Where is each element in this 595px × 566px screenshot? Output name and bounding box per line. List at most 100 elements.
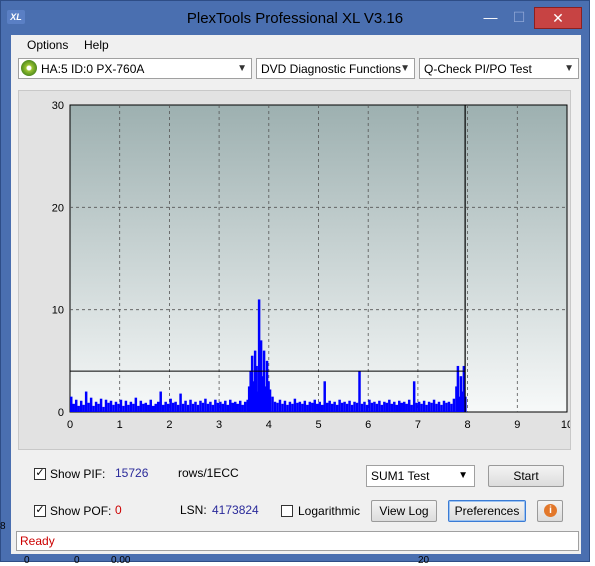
title-bar[interactable]: XL PlexTools Professional XL V3.16 — ☐ ✕ xyxy=(1,1,589,35)
data-bar xyxy=(365,404,369,412)
show-pif-checkbox[interactable]: ✓ xyxy=(34,468,46,480)
logarithmic-checkbox[interactable] xyxy=(281,505,293,517)
menu-help[interactable]: Help xyxy=(84,38,109,52)
data-bar xyxy=(283,400,287,412)
data-bar xyxy=(169,398,172,412)
data-bar xyxy=(129,401,133,412)
data-bar xyxy=(72,403,75,412)
data-bar xyxy=(219,401,222,412)
data-bar xyxy=(109,400,113,412)
data-bar xyxy=(407,399,411,412)
data-bar xyxy=(171,402,175,412)
data-bar xyxy=(415,402,418,412)
data-bar xyxy=(355,402,359,412)
data-bar xyxy=(238,400,242,412)
drive-select[interactable]: HA:5 ID:0 PX-760A ▼ xyxy=(18,58,252,79)
data-bar xyxy=(380,404,384,412)
data-bar xyxy=(278,399,282,412)
data-bar xyxy=(393,401,396,412)
data-bar xyxy=(412,381,416,412)
data-bar xyxy=(383,401,386,412)
data-bar xyxy=(122,405,125,412)
data-bar xyxy=(281,403,284,412)
data-bar xyxy=(343,401,346,412)
data-bar xyxy=(375,403,379,412)
data-bar xyxy=(134,397,138,412)
chevron-down-icon: ▼ xyxy=(564,63,574,74)
data-bar xyxy=(360,403,364,412)
data-bar xyxy=(159,391,162,412)
data-bar xyxy=(405,403,408,412)
data-bar xyxy=(104,399,108,412)
test-select[interactable]: Q-Check PI/PO Test ▼ xyxy=(419,58,579,79)
status-text: Ready xyxy=(20,534,55,548)
data-bar xyxy=(149,399,153,412)
data-bar xyxy=(398,400,401,412)
background-fragment: 20 xyxy=(418,555,430,566)
data-bar xyxy=(191,403,195,412)
data-bar xyxy=(209,401,212,412)
data-bar xyxy=(333,401,336,412)
y-tick-label: 20 xyxy=(52,202,64,214)
x-tick-label: 8 xyxy=(465,419,471,431)
data-bar xyxy=(114,401,118,412)
data-bar xyxy=(425,404,428,412)
data-bar xyxy=(139,400,143,412)
data-bar xyxy=(440,404,443,412)
data-bar xyxy=(179,393,182,412)
data-bar xyxy=(224,400,227,412)
start-button[interactable]: Start xyxy=(488,465,564,487)
y-tick-label: 10 xyxy=(52,305,64,317)
logarithmic-label: Logarithmic xyxy=(298,504,361,518)
show-pof-checkbox[interactable]: ✓ xyxy=(34,505,46,517)
data-bar xyxy=(330,403,334,412)
data-bar xyxy=(214,399,217,412)
data-bar xyxy=(318,401,321,412)
background-fragment: 0.00 xyxy=(111,555,131,566)
close-button[interactable]: ✕ xyxy=(534,7,582,29)
data-bar xyxy=(378,400,381,412)
data-bar xyxy=(74,399,78,412)
data-bar xyxy=(417,401,421,412)
data-bar xyxy=(395,404,399,412)
info-button[interactable]: i xyxy=(537,500,563,522)
data-bar xyxy=(132,403,135,412)
data-bar xyxy=(117,403,120,412)
data-bar xyxy=(335,404,339,412)
lsn-label: LSN: xyxy=(180,503,207,517)
chevron-down-icon: ▼ xyxy=(237,63,247,74)
y-tick-label: 30 xyxy=(52,100,64,112)
x-tick-label: 4 xyxy=(266,419,272,431)
data-bar xyxy=(286,404,289,412)
x-tick-label: 6 xyxy=(365,419,371,431)
minimize-button[interactable]: — xyxy=(477,7,504,29)
data-bar xyxy=(184,400,187,412)
pif-value: 15726 xyxy=(115,466,149,480)
view-log-button[interactable]: View Log xyxy=(371,500,437,522)
data-bar xyxy=(70,396,73,412)
y-tick-label: 0 xyxy=(58,407,64,419)
data-bar xyxy=(308,401,312,412)
data-bar xyxy=(206,403,210,412)
preferences-button[interactable]: Preferences xyxy=(448,500,526,522)
data-bar xyxy=(87,402,90,412)
data-bar xyxy=(229,399,232,412)
x-tick-label: 1 xyxy=(117,419,123,431)
function-select[interactable]: DVD Diagnostic Functions ▼ xyxy=(256,58,415,79)
data-bar xyxy=(400,402,403,412)
data-bar xyxy=(325,402,329,412)
x-tick-label: 3 xyxy=(216,419,222,431)
data-bar xyxy=(199,400,202,412)
maximize-button[interactable]: ☐ xyxy=(505,7,533,29)
data-bar xyxy=(298,401,302,412)
data-bar xyxy=(236,403,239,412)
data-bar xyxy=(363,401,366,412)
data-bar xyxy=(288,401,292,412)
data-bar xyxy=(340,402,344,412)
menu-options[interactable]: Options xyxy=(27,38,68,52)
sum-test-select[interactable]: SUM1 Test ▼ xyxy=(366,465,475,487)
data-bar xyxy=(77,405,80,412)
data-bar xyxy=(435,403,438,412)
data-bar xyxy=(241,404,244,412)
pof-value: 0 xyxy=(115,503,122,517)
